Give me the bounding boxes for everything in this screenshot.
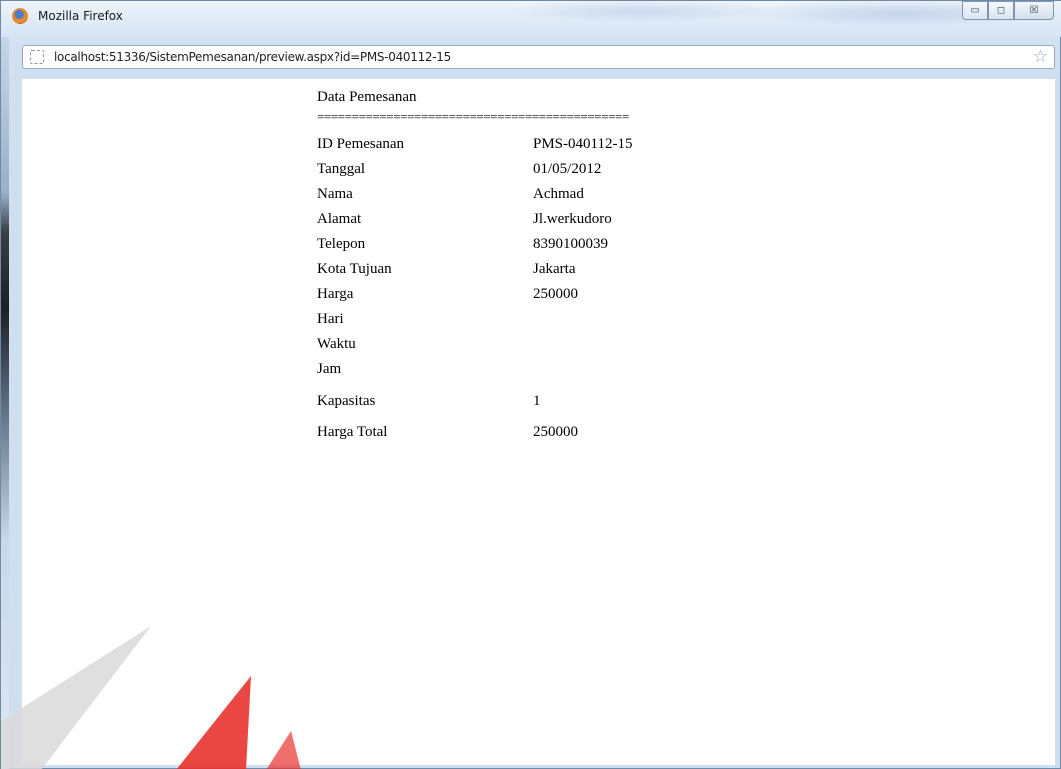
watermark-logo-graphic [1,626,301,769]
minimize-button[interactable]: ▭ [962,1,988,20]
detail-label: Jam [317,361,342,377]
separator-line: ========================================… [317,109,629,124]
detail-value: 1 [533,393,541,409]
detail-label: Alamat [317,211,362,227]
detail-value: 8390100039 [533,236,608,252]
close-button[interactable]: ☒ [1014,1,1054,20]
detail-label: Harga [317,286,354,302]
detail-label: ID Pemesanan [317,136,405,152]
browser-window: Mozilla Firefox ▭ ◻ ☒ localhost:51336/Si… [0,0,1061,769]
detail-label: Telepon [317,236,366,252]
page-title: Data Pemesanan [317,89,417,105]
detail-label: Kapasitas [317,393,376,409]
detail-value: 01/05/2012 [533,161,602,177]
maximize-button[interactable]: ◻ [988,1,1014,20]
detail-label: Waktu [317,336,356,352]
detail-value: 250000 [533,286,578,302]
firefox-icon [12,8,28,24]
detail-value: Jl.werkudoro [533,211,612,227]
detail-value: 250000 [533,424,578,440]
detail-label: Harga Total [317,424,388,440]
window-controls: ▭ ◻ ☒ [962,1,1054,20]
detail-label: Hari [317,311,344,327]
window-title: Mozilla Firefox [38,9,123,23]
detail-label: Tanggal [317,161,366,177]
watermark-logo [1,621,361,769]
url-text[interactable]: localhost:51336/SistemPemesanan/preview.… [54,50,451,64]
site-identity-icon[interactable] [30,50,44,64]
detail-value: Jakarta [533,261,576,277]
address-bar[interactable]: localhost:51336/SistemPemesanan/preview.… [22,45,1055,69]
bookmark-star-icon[interactable]: ☆ [1033,47,1048,67]
detail-value: PMS-040112-15 [533,136,633,152]
detail-label: Nama [317,186,353,202]
detail-label: Kota Tujuan [317,261,392,277]
title-bar[interactable]: Mozilla Firefox ▭ ◻ ☒ [1,1,1061,37]
detail-value: Achmad [533,186,584,202]
